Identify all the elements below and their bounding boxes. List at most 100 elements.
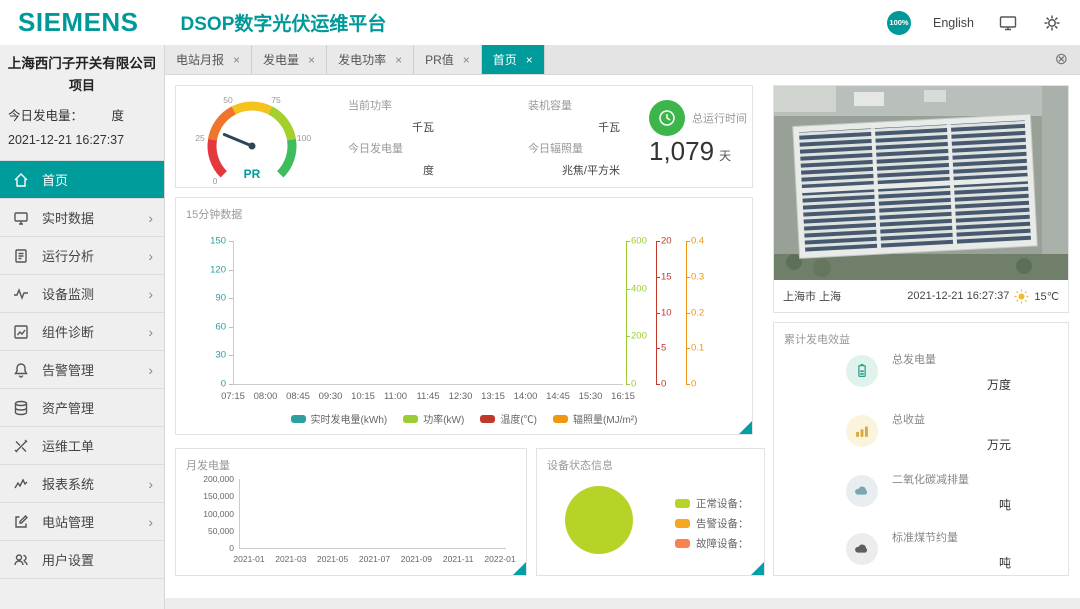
sidebar-item-user-settings[interactable]: 用户设置	[0, 541, 164, 579]
tab-close-icon[interactable]: ×	[308, 53, 315, 67]
settings-gear-icon[interactable]	[1042, 13, 1062, 33]
device-status-card: 设备状态信息 正常设备：告警设备： 故障设备：	[536, 448, 765, 576]
sidebar-item-report-system[interactable]: 报表系统 ›	[0, 465, 164, 503]
tick-mark	[229, 355, 233, 356]
sidebar-item-alarm-management[interactable]: 告警管理 ›	[0, 351, 164, 389]
chevron-right-icon: ›	[148, 362, 153, 378]
sidebar-item-realtime-data[interactable]: 实时数据 ›	[0, 199, 164, 237]
resize-corner-icon[interactable]	[513, 562, 526, 575]
tab-pr-value[interactable]: PR值 ×	[414, 45, 482, 74]
pie-legend-item[interactable]: 故障设备：	[675, 533, 749, 553]
gauge-tick: 100	[297, 133, 311, 143]
sidebar-item-operation-analysis[interactable]: 运行分析 ›	[0, 237, 164, 275]
benefit-unit: 吨	[999, 556, 1011, 570]
app-header: SIEMENS DSOP数字光伏运维平台 100% English	[0, 0, 1080, 45]
sidebar-item-home[interactable]: 首页	[0, 161, 164, 199]
stat-unit: 千瓦	[598, 122, 620, 134]
tools-icon	[13, 438, 29, 454]
axis-tick-label: 11:45	[416, 391, 439, 402]
sidebar-item-plant-management[interactable]: 电站管理 ›	[0, 503, 164, 541]
tick-mark	[686, 277, 690, 278]
pie-legend-item[interactable]: 正常设备：	[675, 493, 749, 513]
cumulative-benefits-card: 累计发电效益 总发电量 万度 总收益 万元 二氧化碳减排量	[773, 322, 1069, 576]
legend-marker	[675, 499, 690, 508]
axis-tick-label: 2021-05	[317, 554, 348, 564]
photo-caption: 上海市 上海 2021-12-21 16:27:37 15℃	[774, 280, 1068, 312]
benefit-total-revenue: 总收益 万元	[846, 409, 1011, 457]
tab-label: 发电功率	[338, 51, 386, 68]
legend-item[interactable]: 温度(℃)	[480, 411, 537, 426]
chart-title: 设备状态信息	[547, 457, 613, 473]
benefit-label: 总发电量	[892, 349, 1011, 367]
benefit-label: 标准煤节约量	[892, 527, 1011, 545]
device-status-pie[interactable]	[565, 486, 633, 554]
legend-label: 故障设备：	[696, 536, 749, 551]
stat-today-generation: 今日发电量 度	[348, 140, 434, 178]
tab-close-icon[interactable]: ×	[233, 53, 240, 67]
pulse-wave-icon	[13, 286, 29, 302]
resize-corner-icon[interactable]	[739, 421, 752, 434]
tick-mark	[229, 298, 233, 299]
coins-icon	[846, 415, 878, 447]
axis-tick-label: 90	[215, 293, 226, 304]
tick-mark	[656, 241, 660, 242]
axis-tick-label: 2021-07	[359, 554, 390, 564]
sidebar-item-label: 运维工单	[42, 436, 94, 455]
tab-generation-power[interactable]: 发电功率 ×	[327, 45, 414, 74]
sidebar-item-device-monitoring[interactable]: 设备监测 ›	[0, 275, 164, 313]
sidebar-item-maintenance-workorder[interactable]: 运维工单	[0, 427, 164, 465]
bar-chart-plot[interactable]: 050,000100,000150,000200,0002021-012021-…	[176, 449, 526, 575]
language-switch[interactable]: English	[933, 16, 974, 30]
axis-tick-label: 15:30	[579, 391, 603, 402]
benefit-label: 总收益	[892, 409, 1011, 427]
stat-label: 当前功率	[348, 97, 434, 113]
legend-item[interactable]: 实时发电量(kWh)	[291, 411, 388, 426]
legend-item[interactable]: 功率(kW)	[403, 411, 464, 426]
home-icon	[13, 172, 29, 188]
tick-mark	[656, 384, 660, 385]
tab-plant-monthly-report[interactable]: 电站月报 ×	[165, 45, 252, 74]
bell-icon	[13, 362, 29, 378]
tab-close-icon[interactable]: ×	[526, 53, 533, 67]
stat-unit: 度	[423, 165, 434, 177]
gauge-tick: 0	[213, 176, 218, 186]
screenshot-icon[interactable]	[998, 13, 1018, 33]
close-all-tabs-icon[interactable]: ⊗	[1055, 52, 1068, 68]
tab-home[interactable]: 首页 ×	[482, 45, 545, 74]
axis-tick-label: 150	[210, 236, 226, 247]
project-label: 项目	[0, 75, 164, 94]
line-chart-plot[interactable]: 030609012015002004006000510152000.10.20.…	[176, 198, 752, 434]
sidebar-item-label: 运行分析	[42, 246, 94, 265]
sidebar-item-asset-management[interactable]: 资产管理	[0, 389, 164, 427]
sidebar-item-label: 资产管理	[42, 398, 94, 417]
axis-tick-label: 07:15	[221, 391, 245, 402]
sidebar-item-label: 设备监测	[42, 284, 94, 303]
legend-label: 实时发电量(kWh)	[311, 411, 388, 426]
edit-icon	[13, 514, 29, 530]
axis-tick-label: 150,000	[203, 491, 234, 501]
sidebar-item-module-diagnosis[interactable]: 组件诊断 ›	[0, 313, 164, 351]
pie-legend: 正常设备：告警设备： 故障设备：	[675, 493, 749, 553]
tick-mark	[229, 327, 233, 328]
chevron-right-icon: ›	[148, 286, 153, 302]
x-axis-line	[233, 384, 623, 385]
legend-marker	[403, 415, 418, 423]
pie-legend-item[interactable]: 告警设备：	[675, 513, 749, 533]
today-generation-row: 今日发电量： 度	[8, 105, 156, 124]
sun-weather-icon	[1014, 289, 1029, 304]
tab-close-icon[interactable]: ×	[395, 53, 402, 67]
resize-corner-icon[interactable]	[751, 562, 764, 575]
chart-icon	[13, 324, 29, 340]
tab-close-icon[interactable]: ×	[463, 53, 470, 67]
sidebar: 上海西门子开关有限公司 项目 今日发电量： 度 2021-12-21 16:27…	[0, 45, 165, 609]
axis-tick-label: 200,000	[203, 474, 234, 484]
tab-label: PR值	[425, 51, 454, 68]
tab-generation[interactable]: 发电量 ×	[252, 45, 327, 74]
tick-mark	[626, 336, 630, 337]
y-axis-line	[626, 241, 627, 384]
legend-item[interactable]: 辐照量(MJ/m²)	[553, 411, 637, 426]
tick-mark	[656, 348, 660, 349]
axis-tick-label: 2021-03	[275, 554, 306, 564]
legend-marker	[675, 519, 690, 528]
gauge-tick: 75	[271, 95, 280, 105]
